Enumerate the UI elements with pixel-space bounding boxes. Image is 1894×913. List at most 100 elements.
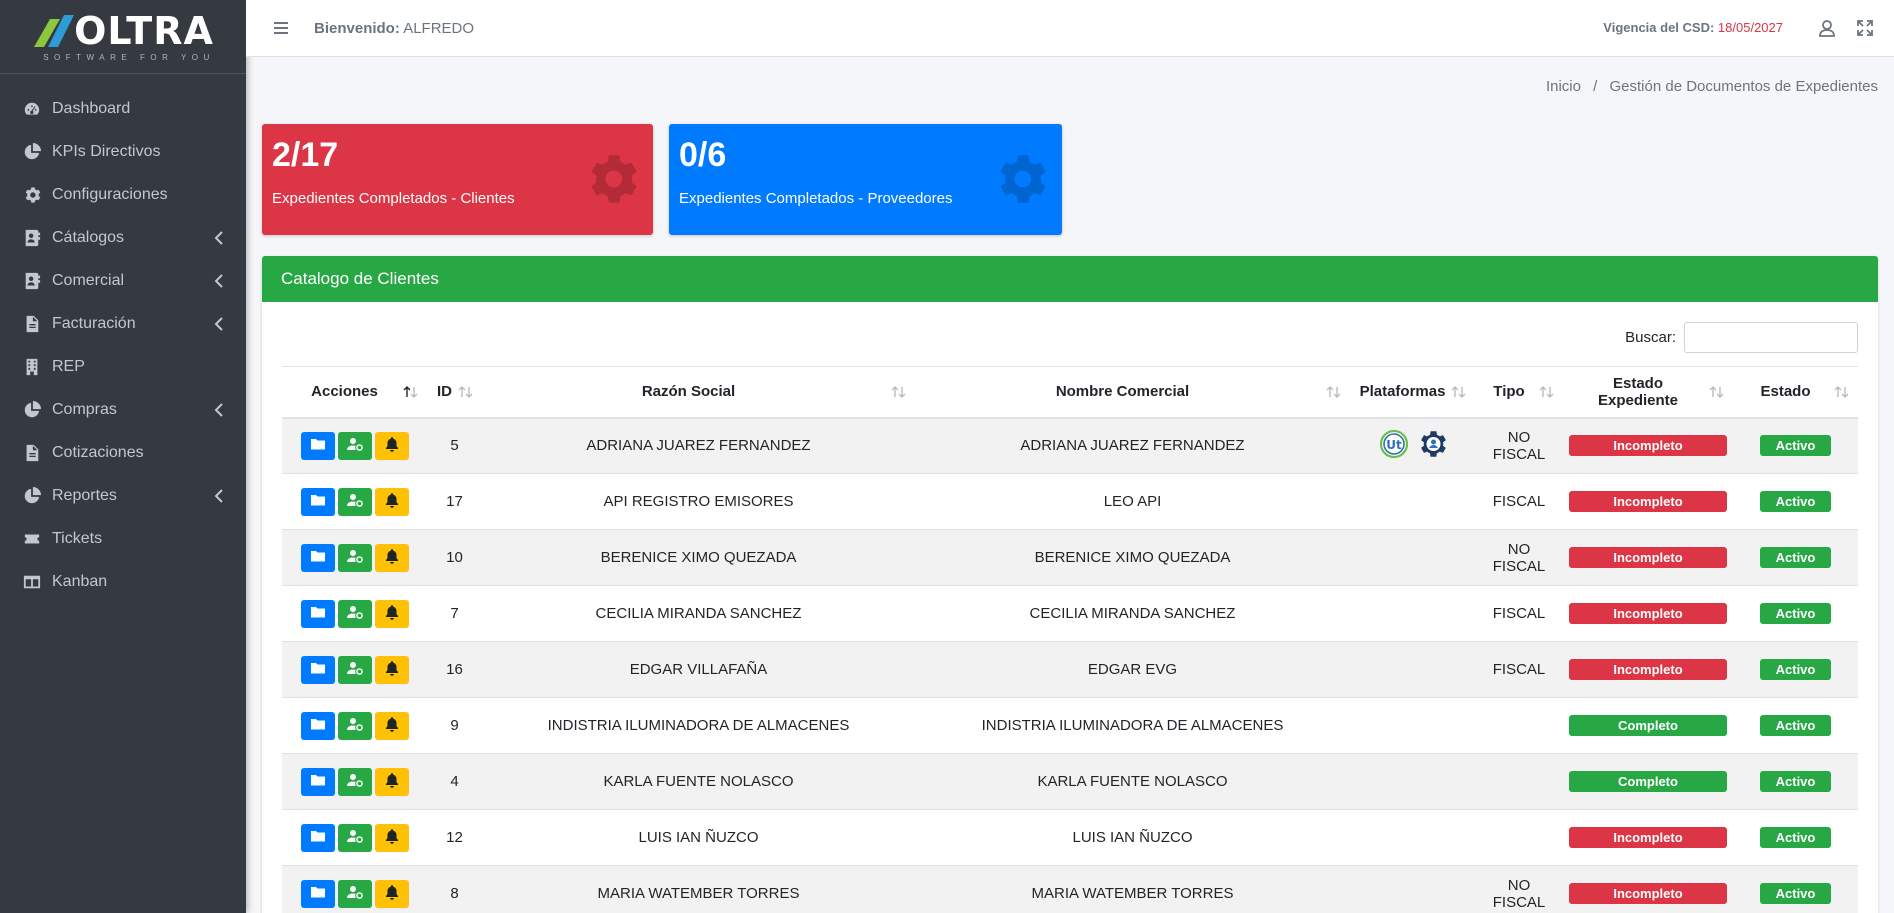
welcome-text: Bienvenido: ALFREDO [314,20,474,37]
sort-arrows-icon[interactable] [403,385,419,399]
open-folder-button[interactable] [300,711,335,740]
sort-arrows-icon[interactable] [1326,385,1342,399]
column-header[interactable]: Estado [1733,366,1858,419]
user-settings-button[interactable] [337,487,372,516]
sidebar-item-compras[interactable]: Compras [0,388,246,431]
search-input[interactable] [1684,322,1858,353]
user-settings-button[interactable] [337,767,372,796]
user-settings-button[interactable] [337,879,372,908]
table-row[interactable]: 5 ADRIANA JUAREZ FERNANDEZ ADRIANA JUARE… [282,417,1858,474]
open-folder-button[interactable] [300,767,335,796]
sidebar-item-facturacion[interactable]: Facturación [0,302,246,345]
user-cog-icon [346,436,363,456]
notify-button[interactable] [374,711,409,740]
user-settings-button[interactable] [337,599,372,628]
open-folder-button[interactable] [300,431,335,460]
column-header[interactable]: Estado Expediente [1563,366,1733,419]
column-header[interactable]: Plataformas [1350,366,1475,419]
estado-expediente-cell: Completo [1563,697,1733,754]
table-row[interactable]: 9 INDISTRIA ILUMINADORA DE ALMACENES IND… [282,697,1858,754]
column-header[interactable]: Razón Social [482,366,915,419]
expediente-status-badge: Completo [1569,771,1727,792]
sort-arrows-icon[interactable] [1539,385,1555,399]
column-header[interactable]: Acciones [282,366,427,419]
notify-button[interactable] [374,487,409,516]
sort-arrows-icon[interactable] [1834,385,1850,399]
estado-status-badge: Activo [1760,491,1831,512]
brand-logo[interactable]: OLTRA SOFTWARE FOR YOU [0,0,246,74]
plataformas-cell [1350,865,1475,913]
sidebar-item-kanban[interactable]: Kanban [0,560,246,603]
notify-button[interactable] [374,767,409,796]
platform-ut-icon[interactable]: Ut [1378,428,1410,464]
sort-arrows-icon[interactable] [891,385,907,399]
open-folder-button[interactable] [300,879,335,908]
tipo-cell: NO FISCAL [1475,417,1563,474]
sidebar-item-rep[interactable]: REP [0,345,246,388]
sidebar-item-configuraciones[interactable]: Configuraciones [0,173,246,216]
id-cell: 7 [427,585,482,642]
column-header-label: ID [437,383,452,401]
user-settings-button[interactable] [337,655,372,684]
user-icon[interactable] [1817,18,1837,38]
tipo-cell: FISCAL [1475,473,1563,530]
user-settings-button[interactable] [337,431,372,460]
estado-status-badge: Activo [1760,827,1831,848]
table-row[interactable]: 12 LUIS IAN ÑUZCO LUIS IAN ÑUZCO Incompl… [282,809,1858,866]
table-row[interactable]: 8 MARIA WATEMBER TORRES MARIA WATEMBER T… [282,865,1858,913]
column-header[interactable]: Tipo [1475,366,1563,419]
estado-status-badge: Activo [1760,659,1831,680]
open-folder-button[interactable] [300,655,335,684]
sidebar-item-comercial[interactable]: Comercial [0,259,246,302]
actions-cell [282,529,427,586]
estado-status-badge: Activo [1760,771,1831,792]
sort-arrows-icon[interactable] [1709,385,1725,399]
tipo-cell [1475,753,1563,810]
table-row[interactable]: 10 BERENICE XIMO QUEZADA BERENICE XIMO Q… [282,529,1858,586]
welcome-label: Bienvenido: [314,19,400,37]
user-settings-button[interactable] [337,823,372,852]
notify-button[interactable] [374,599,409,628]
address-book-icon [22,228,42,248]
notify-button[interactable] [374,655,409,684]
id-cell: 10 [427,529,482,586]
notify-button[interactable] [374,823,409,852]
sort-arrows-icon[interactable] [1451,385,1467,399]
fullscreen-icon[interactable] [1855,18,1875,38]
expediente-status-badge: Incompleto [1569,547,1727,568]
sidebar-item-kpis[interactable]: KPIs Directivos [0,130,246,173]
notify-button[interactable] [374,543,409,572]
sidebar-item-reportes[interactable]: Reportes [0,474,246,517]
user-settings-button[interactable] [337,543,372,572]
user-settings-button[interactable] [337,711,372,740]
column-header-label: Razón Social [641,383,736,401]
open-folder-button[interactable] [300,543,335,572]
sidebar-item-label: Cotizaciones [52,443,144,461]
sort-arrows-icon[interactable] [458,385,474,399]
stat-label: Expedientes Completados - Clientes [272,190,515,207]
open-folder-button[interactable] [300,487,335,516]
sidebar-item-cotizaciones[interactable]: Cotizaciones [0,431,246,474]
plataformas-cell [1350,473,1475,530]
estado-status-badge: Activo [1760,547,1831,568]
nombre-comercial-cell: INDISTRIA ILUMINADORA DE ALMACENES [915,697,1350,754]
breadcrumb-home[interactable]: Inicio [1546,78,1581,95]
platform-gear-user-icon[interactable] [1416,428,1448,464]
table-row[interactable]: 16 EDGAR VILLAFAÑA EDGAR EVG FISCAL Inco… [282,641,1858,698]
sidebar: OLTRA SOFTWARE FOR YOU Dashboard KPIs Di… [0,0,246,913]
estado-cell: Activo [1733,697,1858,754]
column-header[interactable]: ID [427,366,482,419]
column-header[interactable]: Nombre Comercial [915,366,1350,419]
hamburger-menu-icon[interactable] [272,19,290,37]
table-row[interactable]: 7 CECILIA MIRANDA SANCHEZ CECILIA MIRAND… [282,585,1858,642]
plataformas-cell [1350,697,1475,754]
table-row[interactable]: 17 API REGISTRO EMISORES LEO API FISCAL … [282,473,1858,530]
sidebar-item-tickets[interactable]: Tickets [0,517,246,560]
open-folder-button[interactable] [300,823,335,852]
sidebar-item-dashboard[interactable]: Dashboard [0,87,246,130]
sidebar-item-catalogos[interactable]: Cátalogos [0,216,246,259]
table-row[interactable]: 4 KARLA FUENTE NOLASCO KARLA FUENTE NOLA… [282,753,1858,810]
open-folder-button[interactable] [300,599,335,628]
notify-button[interactable] [374,879,409,908]
notify-button[interactable] [374,431,409,460]
